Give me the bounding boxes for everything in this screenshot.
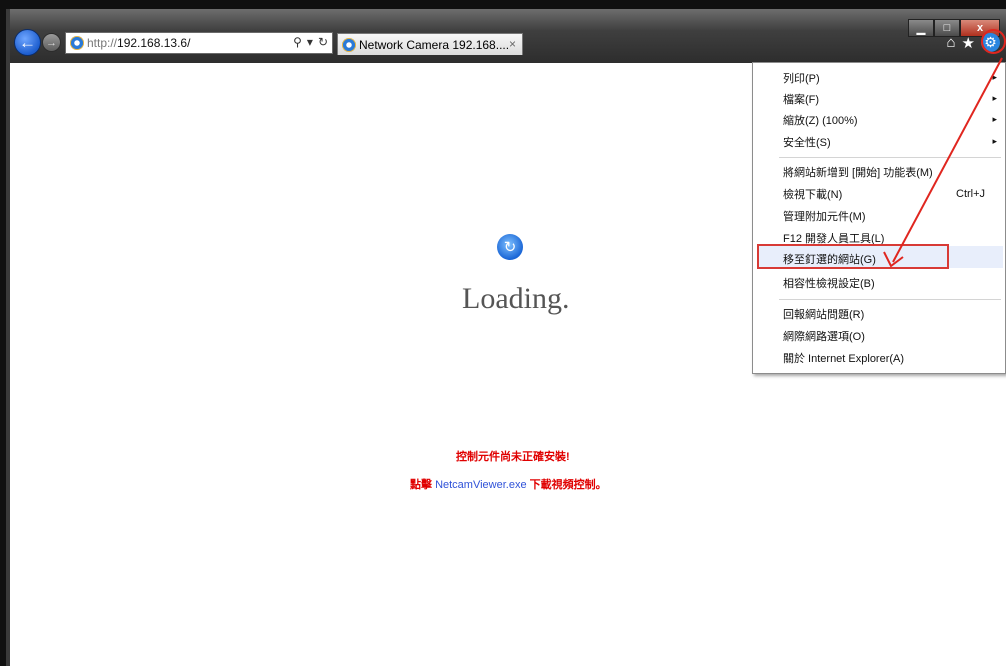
menu-item-compat-view[interactable]: 相容性檢視設定(B) [783,273,875,293]
menu-item-about-ie[interactable]: 關於 Internet Explorer(A) [783,348,904,368]
minimize-button[interactable]: ▁ [908,19,934,37]
loading-spinner-icon: ↻ [497,234,523,260]
arrow-left-icon: ← [19,32,36,52]
dropdown-icon[interactable]: ▾ [307,35,313,49]
submenu-arrow-icon: ▸ [992,72,997,82]
menu-item-add-to-start[interactable]: 將網站新增到 [開始] 功能表(M) [783,162,933,182]
menu-item-manage-addons[interactable]: 管理附加元件(M) [783,206,866,226]
menu-item-internet-options[interactable]: 網際網路選項(O) [783,326,865,346]
address-bar[interactable]: http:// 192.168.13.6/ ⚲ ▾ ↻ [65,32,333,54]
menu-item-label: 安全性(S) [783,137,831,149]
submenu-arrow-icon: ▸ [992,93,997,103]
loading-text: Loading. [462,282,570,315]
url-host: 192.168.13.6/ [117,36,191,50]
ie-tab-icon [342,37,356,52]
back-button[interactable]: ← [14,29,41,56]
menu-item-zoom[interactable]: 縮放(Z) (100%) [783,110,858,130]
menu-item-label: 檢視下載(N) [783,189,843,201]
menu-item-report-problem[interactable]: 回報網站問題(R) [783,304,864,324]
menu-item-label: 回報網站問題(R) [783,309,865,321]
ie-page-icon [70,36,84,50]
window-frame-edge [6,9,10,666]
download-instruction: 點擊 NetcamViewer.exe 下載視頻控制。 [410,476,607,492]
menu-item-label: 檔案(F) [783,94,820,106]
arrow-right-icon: → [46,36,57,49]
menu-item-label: 關於 Internet Explorer(A) [783,353,905,365]
tab-close-icon[interactable]: × [509,37,516,51]
menu-item-print[interactable]: 列印(P) [783,68,820,88]
tab-title: Network Camera 192.168.... [359,37,510,52]
forward-button[interactable]: → [42,33,61,52]
menu-item-label: 相容性檢視設定(B) [783,278,875,290]
submenu-arrow-icon: ▸ [992,114,997,124]
address-tools: ⚲ ▾ ↻ [293,35,328,49]
menu-item-label: 縮放(Z) (100%) [783,115,858,127]
menu-separator [779,299,1001,300]
home-icon[interactable]: ⌂ [946,34,955,51]
control-warning: 控制元件尚未正確安裝! [456,451,570,463]
refresh-icon[interactable]: ↻ [318,35,328,49]
favorites-icon[interactable]: ★ [962,34,975,52]
menu-item-label: 列印(P) [783,73,820,85]
submenu-arrow-icon: ▸ [992,136,997,146]
menu-item-label: 網際網路選項(O) [783,331,865,343]
tab-network-camera[interactable]: Network Camera 192.168.... × [337,33,523,55]
menu-item-label: 管理附加元件(M) [783,211,866,223]
window-frame-top [9,0,1006,9]
search-icon[interactable]: ⚲ [293,35,302,49]
url-protocol: http:// [87,36,118,50]
tools-menu: 列印(P) ▸ 檔案(F) ▸ 縮放(Z) (100%) ▸ 安全性(S) ▸ … [752,62,1006,374]
annotation-box [757,244,949,269]
menu-separator [779,157,1001,158]
menu-item-safety[interactable]: 安全性(S) [783,132,831,152]
shortcut-label: Ctrl+J [956,188,986,200]
menu-item-label: 將網站新增到 [開始] 功能表(M) [783,167,933,179]
annotation-circle [981,29,1006,54]
menu-item-file[interactable]: 檔案(F) [783,89,819,109]
download-instruction-suffix: 下載視頻控制。 [526,479,607,491]
netcam-viewer-link[interactable]: NetcamViewer.exe [435,479,527,491]
download-instruction-prefix: 點擊 [410,479,436,491]
